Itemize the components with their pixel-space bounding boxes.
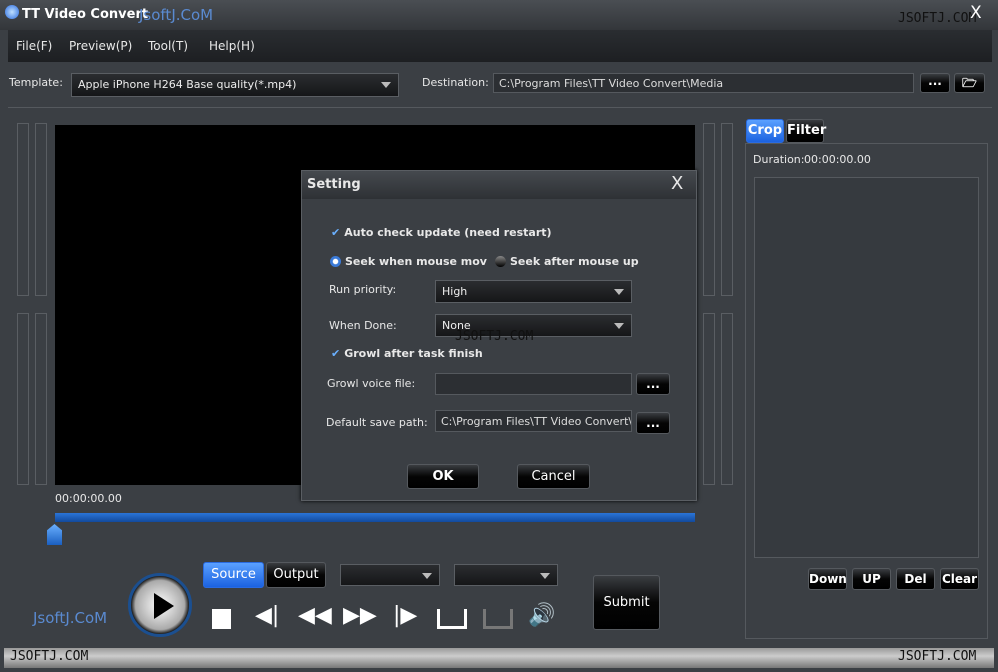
seek-bar[interactable]: [55, 513, 695, 522]
menu-bar: File(F) Preview(P) Tool(T) Help(H): [8, 30, 992, 62]
template-label: Template:: [9, 76, 63, 89]
menu-tool[interactable]: Tool(T): [148, 39, 188, 53]
previous-frame-button[interactable]: ◀|: [255, 603, 279, 628]
growl-file-browse-button[interactable]: ...: [636, 373, 670, 395]
check-icon: ✔: [331, 347, 341, 360]
audio-level-bar: [721, 123, 733, 296]
brand-text: JsoftJ.CoM: [33, 609, 108, 627]
setting-dialog: Setting X ✔ Auto check update (need resta…: [301, 170, 697, 501]
dialog-title-bar: Setting X: [302, 171, 696, 199]
duration-label: Duration:: [753, 153, 805, 166]
dialog-close-button[interactable]: X: [671, 173, 683, 194]
seek-mov-radio[interactable]: Seek when mouse mov: [330, 255, 487, 268]
growl-checkbox[interactable]: ✔ Growl after task finish: [331, 347, 483, 360]
cancel-button[interactable]: Cancel: [517, 464, 590, 489]
time-display: 00:00:00.00: [55, 492, 122, 505]
seek-thumb[interactable]: [47, 524, 62, 545]
mark-in-button[interactable]: [437, 609, 467, 629]
radio-unselected-icon: [495, 256, 506, 267]
close-button[interactable]: X: [970, 3, 982, 23]
source-button[interactable]: Source: [203, 562, 264, 588]
chevron-down-icon: [540, 573, 550, 579]
window-title: TT Video Convert: [22, 7, 149, 22]
volume-icon[interactable]: 🔊: [528, 603, 555, 628]
check-icon: ✔: [331, 226, 341, 239]
chevron-down-icon: [381, 82, 391, 88]
delete-button[interactable]: Del: [896, 568, 935, 590]
radio-selected-icon: [330, 256, 341, 267]
status-bar: JSOFTJ.COM JSOFTJ.COM: [4, 648, 994, 668]
priority-label: Run priority:: [329, 283, 397, 296]
seek-up-label: Seek after mouse up: [510, 255, 639, 268]
destination-input[interactable]: C:\Program Files\TT Video Convert\Media: [493, 73, 914, 93]
divider: [8, 107, 992, 108]
clear-button[interactable]: Clear: [940, 568, 979, 590]
rewind-button[interactable]: ◀◀: [298, 603, 332, 628]
output-button[interactable]: Output: [266, 562, 326, 588]
audio-track-select[interactable]: [340, 564, 440, 586]
right-panel: Duration: 00:00:00.00: [745, 143, 988, 639]
filter-list[interactable]: [754, 177, 979, 558]
growl-file-input[interactable]: [435, 373, 632, 395]
brand-text: JsoftJ.CoM: [139, 6, 214, 24]
save-path-browse-button[interactable]: ...: [636, 412, 670, 434]
when-done-label: When Done:: [329, 319, 397, 332]
up-button[interactable]: UP: [852, 568, 891, 590]
fast-forward-button[interactable]: ▶▶: [343, 603, 377, 628]
audio-level-bar: [721, 313, 733, 485]
audio-level-bar: [35, 313, 47, 485]
audio-level-bar: [35, 123, 47, 296]
duration-value: 00:00:00.00: [804, 153, 871, 166]
template-value: Apple iPhone H264 Base quality(*.mp4): [78, 78, 297, 91]
ok-button[interactable]: OK: [407, 464, 479, 489]
growl-file-label: Growl voice file:: [327, 377, 416, 390]
watermark: JSOFTJ.COM: [898, 11, 977, 26]
title-bar: TT Video Convert JsoftJ.CoM JSOFTJ.COM X: [0, 0, 998, 30]
mark-out-button: [483, 609, 513, 629]
tab-filter[interactable]: Filter: [786, 119, 826, 143]
watermark: JSOFTJ.COM: [10, 649, 89, 664]
submit-button[interactable]: Submit: [593, 575, 660, 630]
menu-help[interactable]: Help(H): [209, 39, 255, 53]
save-path-input[interactable]: C:\Program Files\TT Video Convert\Mec: [435, 410, 632, 432]
chevron-down-icon: [614, 289, 624, 295]
folder-open-icon: 🗁: [962, 76, 977, 90]
priority-value: High: [442, 285, 468, 298]
stop-button[interactable]: [212, 609, 231, 629]
seek-up-radio[interactable]: Seek after mouse up: [495, 255, 639, 268]
tab-crop[interactable]: Crop: [746, 119, 784, 143]
chevron-down-icon: [614, 323, 624, 329]
menu-preview[interactable]: Preview(P): [69, 39, 132, 53]
template-select[interactable]: Apple iPhone H264 Base quality(*.mp4): [71, 73, 399, 97]
dialog-title: Setting: [307, 177, 361, 192]
app-icon: [5, 5, 19, 19]
auto-update-checkbox[interactable]: ✔ Auto check update (need restart): [331, 226, 552, 239]
play-button[interactable]: [128, 573, 192, 637]
menu-file[interactable]: File(F): [16, 39, 52, 53]
audio-level-bar: [17, 123, 29, 296]
watermark: JSOFTJ.COM: [898, 649, 977, 664]
down-button[interactable]: Down: [808, 568, 847, 590]
audio-level-bar: [703, 123, 715, 296]
priority-select[interactable]: High: [435, 280, 632, 303]
audio-level-bar: [17, 313, 29, 485]
open-folder-button[interactable]: 🗁: [954, 73, 985, 93]
destination-browse-button[interactable]: ...: [920, 73, 950, 93]
seek-mov-label: Seek when mouse mov: [345, 255, 487, 268]
save-path-label: Default save path:: [326, 416, 428, 429]
auto-update-label: Auto check update (need restart): [344, 226, 552, 239]
destination-label: Destination:: [422, 76, 489, 89]
chevron-down-icon: [422, 573, 432, 579]
play-icon: [154, 593, 174, 619]
audio-level-bar: [703, 313, 715, 485]
next-frame-button[interactable]: |▶: [393, 603, 417, 628]
subtitle-select[interactable]: [454, 564, 558, 586]
growl-label: Growl after task finish: [344, 347, 483, 360]
watermark: JSOFTJ.COM: [455, 329, 534, 344]
